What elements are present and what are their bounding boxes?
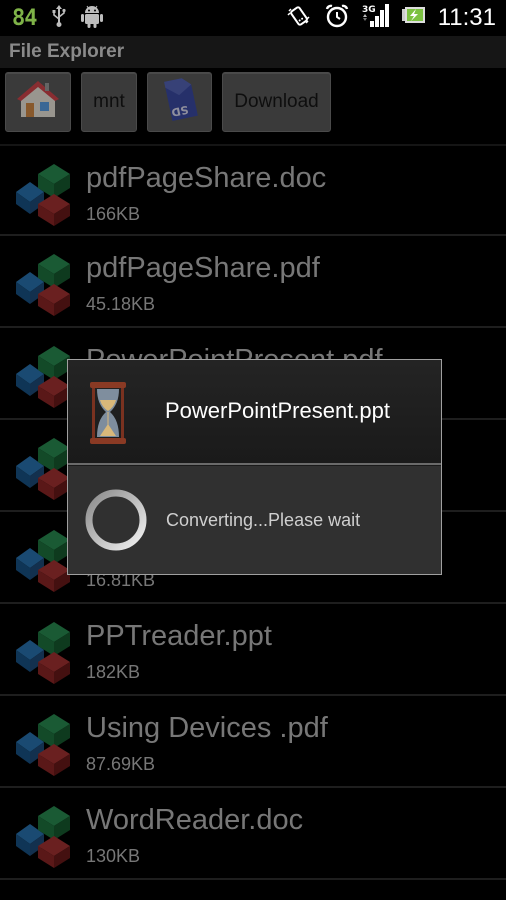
file-name: pdfPageShare.pdf (86, 252, 320, 284)
status-bar: 84 3G 11:31 (0, 0, 506, 36)
path-sdcard-button[interactable]: SD (147, 72, 212, 132)
office-file-icon (14, 620, 80, 686)
dialog-body: Converting...Please wait (68, 466, 441, 574)
screen-rotate-icon (286, 3, 312, 33)
file-size: 45.18KB (86, 294, 156, 314)
file-name: PPTreader.ppt (86, 620, 272, 652)
path-download-button[interactable]: Download (222, 72, 331, 132)
progress-dialog: PowerPointPresent.ppt Converting...Pleas… (67, 359, 442, 575)
path-mnt-button[interactable]: mnt (81, 72, 137, 132)
dialog-message: Converting...Please wait (166, 510, 361, 530)
office-file-icon (14, 804, 80, 870)
sd-card-icon: SD (160, 75, 200, 129)
office-file-icon (14, 712, 80, 778)
alarm-icon (324, 3, 350, 33)
svg-text:3G: 3G (362, 5, 376, 15)
file-size: 182KB (86, 662, 141, 682)
battery-level-text: 84 (12, 5, 37, 31)
loading-spinner-icon (84, 488, 148, 552)
home-icon (15, 77, 61, 127)
file-list-item[interactable]: pdfPageShare.doc 166KB (0, 144, 506, 236)
app-title: File Explorer (9, 41, 125, 62)
clock: 11:31 (437, 4, 496, 31)
android-icon (80, 4, 103, 32)
hourglass-icon (86, 380, 130, 446)
battery-charging-icon (401, 6, 426, 30)
signal-3g-icon: 3G (362, 3, 390, 33)
file-list-item[interactable]: WordReader.doc 130KB (0, 788, 506, 880)
usb-icon (51, 4, 67, 32)
file-size: 166KB (86, 204, 141, 224)
office-file-icon (14, 162, 80, 228)
path-home-button[interactable] (5, 72, 71, 132)
file-list-item[interactable]: Using Devices .pdf 87.69KB (0, 696, 506, 788)
dialog-title: PowerPointPresent.ppt (165, 398, 391, 423)
file-size: 87.69KB (86, 754, 156, 774)
dialog-header: PowerPointPresent.ppt (68, 360, 441, 463)
file-size: 130KB (86, 846, 141, 866)
file-list-item[interactable]: PPTreader.ppt 182KB (0, 604, 506, 696)
app-title-bar: File Explorer (0, 36, 506, 68)
file-name: Using Devices .pdf (86, 712, 328, 744)
file-name: WordReader.doc (86, 804, 304, 836)
file-name: pdfPageShare.doc (86, 162, 327, 194)
office-file-icon (14, 252, 80, 318)
file-list-item[interactable]: pdfPageShare.pdf 45.18KB (0, 236, 506, 328)
path-bar: mnt SD Download (0, 68, 506, 144)
